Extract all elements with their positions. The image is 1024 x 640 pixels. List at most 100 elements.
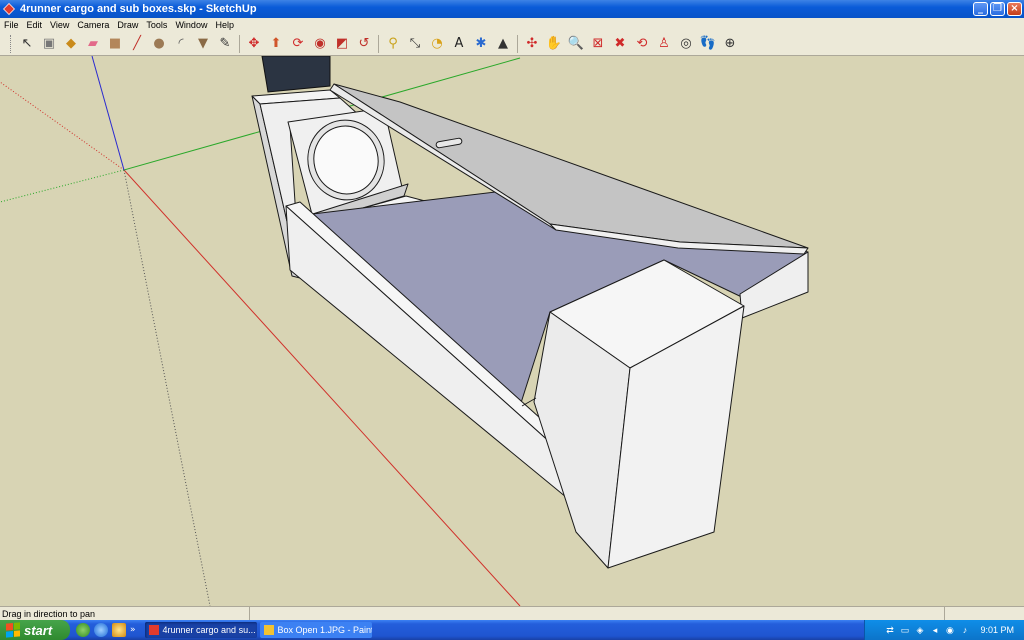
blue-axis-negative <box>123 169 211 606</box>
walk-icon: 👣 <box>699 36 717 51</box>
dimension-button[interactable]: ⤡ <box>406 34 425 53</box>
move-button[interactable]: ✥ <box>245 34 264 53</box>
look-around-button[interactable]: ◎ <box>677 34 696 53</box>
menu-tools[interactable]: Tools <box>142 20 171 30</box>
3d-text-icon: ▲ <box>498 36 508 51</box>
task-paint[interactable]: Box Open 1.JPG - Paint <box>259 622 372 638</box>
rotate-icon: ⟳ <box>292 36 304 51</box>
paint-bucket-icon: ◆ <box>66 36 76 51</box>
quick-launch: » <box>70 623 142 637</box>
menu-bar: File Edit View Camera Draw Tools Window … <box>0 18 1024 32</box>
zoom-icon: 🔍 <box>567 36 585 51</box>
eraser-button[interactable]: ▰ <box>84 34 103 53</box>
axes-icon: ✱ <box>475 36 487 51</box>
protractor-button[interactable]: ◔ <box>428 34 447 53</box>
restore-button[interactable]: ❐ <box>990 2 1005 16</box>
rotate-button[interactable]: ⟳ <box>289 34 308 53</box>
green-axis-negative <box>0 169 125 203</box>
look-around-icon: ◎ <box>680 36 692 51</box>
zoom-button[interactable]: 🔍 <box>567 34 586 53</box>
dimension-icon: ⤡ <box>409 36 421 51</box>
start-label: start <box>24 622 53 638</box>
section-plane-icon: ⊕ <box>724 36 736 51</box>
red-axis-negative <box>0 81 125 171</box>
start-button[interactable]: start <box>0 620 70 640</box>
circle-icon: ● <box>153 36 165 51</box>
toolbar-buttons: ↖ ▣ ◆ ▰ ■ ╱ ● ◜ ▼ ✎ ✥ ⬆ ⟳ ◉ ◩ ↺ ⚲ ⤡ ◔ A ✱ ▲ ✣ ✋ 🔍 ⊠ ✖ ⟲ ♙ ◎ 👣 ⊕ <box>16 34 741 53</box>
zoom-extents-button[interactable]: ✖ <box>611 34 630 53</box>
window-titlebar[interactable]: 4runner cargo and sub boxes.skp - Sketch… <box>0 0 1024 18</box>
3d-text-button[interactable]: ▲ <box>494 34 513 53</box>
menu-window[interactable]: Window <box>171 20 211 30</box>
measurements-box[interactable] <box>945 607 1024 620</box>
previous-view-button[interactable]: ⟲ <box>633 34 652 53</box>
text-button[interactable]: A <box>450 34 469 53</box>
toolbar-separator <box>239 34 240 53</box>
quick-launch-more[interactable]: » <box>130 625 136 635</box>
freehand-button[interactable]: ✎ <box>216 34 235 53</box>
internet-explorer-icon[interactable] <box>94 623 108 637</box>
tray-volume-icon[interactable]: ◂ <box>929 625 940 636</box>
push-pull-button[interactable]: ⬆ <box>267 34 286 53</box>
scale-button[interactable]: ◩ <box>333 34 352 53</box>
follow-me-button[interactable]: ◉ <box>311 34 330 53</box>
tray-speaker-icon[interactable]: ♪ <box>959 625 970 636</box>
offset-button[interactable]: ↺ <box>355 34 374 53</box>
tools-toolbar: ↖ ▣ ◆ ▰ ■ ╱ ● ◜ ▼ ✎ ✥ ⬆ ⟳ ◉ ◩ ↺ ⚲ ⤡ ◔ A ✱ ▲ ✣ ✋ 🔍 ⊠ ✖ ⟲ ♙ ◎ 👣 ⊕ <box>0 32 1024 56</box>
pan-button[interactable]: ✋ <box>545 34 564 53</box>
sketchup-app-icon <box>3 3 15 15</box>
make-component-button[interactable]: ▣ <box>40 34 59 53</box>
eraser-icon: ▰ <box>88 36 98 51</box>
pan-icon: ✋ <box>545 36 563 51</box>
menu-edit[interactable]: Edit <box>23 20 47 30</box>
previous-view-icon: ⟲ <box>636 36 648 51</box>
menu-view[interactable]: View <box>46 20 73 30</box>
blue-axis <box>91 56 125 171</box>
close-button[interactable]: × <box>1007 2 1022 16</box>
rectangle-button[interactable]: ■ <box>106 34 125 53</box>
task-paint-label: Box Open 1.JPG - Paint <box>277 625 372 635</box>
paint-bucket-button[interactable]: ◆ <box>62 34 81 53</box>
system-tray: ⇄ ▭ ◈ ◂ ◉ ♪ 9:01 PM <box>864 620 1024 640</box>
orbit-icon: ✣ <box>526 36 538 51</box>
zoom-extents-icon: ✖ <box>614 36 626 51</box>
tray-monitor-icon[interactable]: ▭ <box>899 625 910 636</box>
model-viewport[interactable] <box>0 56 1024 606</box>
scale-icon: ◩ <box>335 36 349 51</box>
desktop-icon[interactable] <box>76 623 90 637</box>
model-scene[interactable] <box>0 56 1024 606</box>
clock[interactable]: 9:01 PM <box>980 625 1014 635</box>
zoom-window-button[interactable]: ⊠ <box>589 34 608 53</box>
seat-back <box>261 56 331 93</box>
tray-network-icon[interactable]: ⇄ <box>884 625 895 636</box>
window-title: 4runner cargo and sub boxes.skp - Sketch… <box>20 3 257 15</box>
menu-camera[interactable]: Camera <box>73 20 113 30</box>
media-icon[interactable] <box>112 623 126 637</box>
zoom-window-icon: ⊠ <box>592 36 604 51</box>
orbit-button[interactable]: ✣ <box>523 34 542 53</box>
menu-draw[interactable]: Draw <box>113 20 142 30</box>
polygon-icon: ▼ <box>198 36 208 51</box>
tape-measure-icon: ⚲ <box>388 36 398 51</box>
position-camera-button[interactable]: ♙ <box>655 34 674 53</box>
line-icon: ╱ <box>133 36 141 51</box>
axes-button[interactable]: ✱ <box>472 34 491 53</box>
toolbar-grip[interactable] <box>10 34 13 53</box>
walk-button[interactable]: 👣 <box>699 34 718 53</box>
line-button[interactable]: ╱ <box>128 34 147 53</box>
menu-help[interactable]: Help <box>211 20 238 30</box>
select-tool-button[interactable]: ↖ <box>18 34 37 53</box>
tape-measure-button[interactable]: ⚲ <box>384 34 403 53</box>
windows-taskbar: start » 4runner cargo and su... Box Open… <box>0 620 1024 640</box>
task-sketchup[interactable]: 4runner cargo and su... <box>144 622 257 638</box>
arc-button[interactable]: ◜ <box>172 34 191 53</box>
tray-security-icon[interactable]: ◈ <box>914 625 925 636</box>
freehand-icon: ✎ <box>219 36 231 51</box>
tray-globe-icon[interactable]: ◉ <box>944 625 955 636</box>
menu-file[interactable]: File <box>0 20 23 30</box>
section-plane-button[interactable]: ⊕ <box>721 34 740 53</box>
polygon-button[interactable]: ▼ <box>194 34 213 53</box>
circle-button[interactable]: ● <box>150 34 169 53</box>
toolbar-separator <box>517 34 518 53</box>
minimize-button[interactable]: _ <box>973 2 988 16</box>
